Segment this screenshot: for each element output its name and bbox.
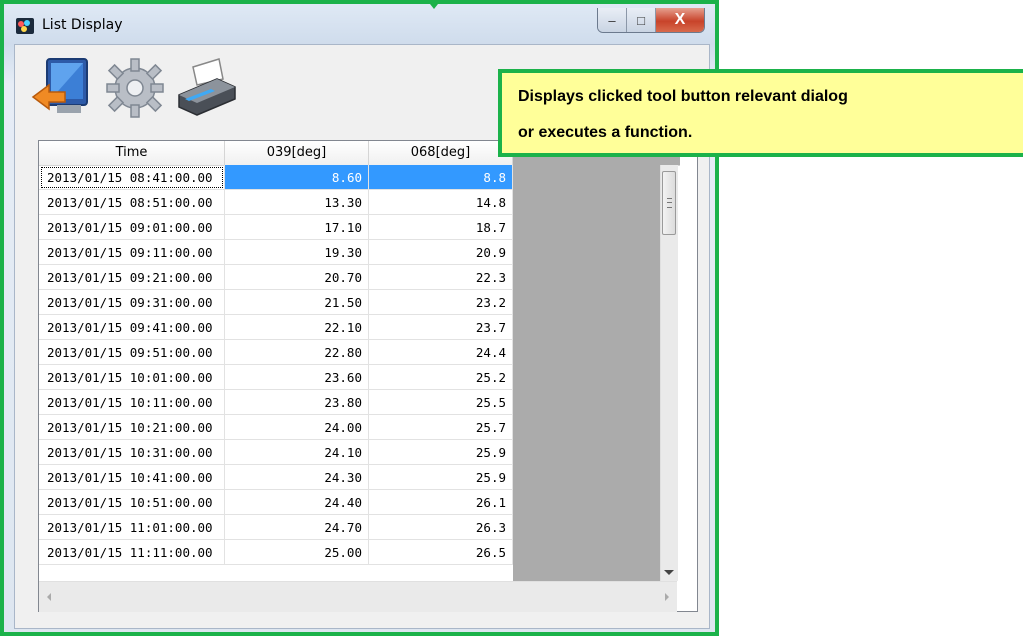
time-cell[interactable]: 2013/01/15 08:41:00.00 (39, 165, 225, 190)
value-068-cell[interactable]: 24.4 (369, 340, 513, 365)
vertical-scrollbar[interactable] (660, 165, 678, 581)
value-039-cell[interactable]: 24.00 (225, 415, 369, 440)
table-row[interactable]: 2013/01/15 09:41:00.00 22.10 23.7 (39, 315, 513, 340)
value-039-cell[interactable]: 24.30 (225, 465, 369, 490)
scroll-left-icon[interactable] (47, 593, 51, 601)
callout-line-2: or executes a function. (518, 124, 693, 141)
tooltip-callout: Displays clicked tool button relevant di… (498, 69, 1023, 157)
printer-icon (178, 58, 236, 116)
minimize-button[interactable]: – (598, 8, 627, 32)
time-cell[interactable]: 2013/01/15 09:41:00.00 (39, 315, 225, 340)
time-cell[interactable]: 2013/01/15 10:01:00.00 (39, 365, 225, 390)
exit-button[interactable] (27, 53, 99, 123)
table-row[interactable]: 2013/01/15 09:11:00.00 19.30 20.9 (39, 240, 513, 265)
time-cell[interactable]: 2013/01/15 10:51:00.00 (39, 490, 225, 515)
value-068-cell[interactable]: 23.7 (369, 315, 513, 340)
value-039-cell[interactable]: 24.40 (225, 490, 369, 515)
value-068-cell[interactable]: 25.9 (369, 440, 513, 465)
table-row[interactable]: 2013/01/15 10:11:00.00 23.80 25.5 (39, 390, 513, 415)
close-icon: X (674, 11, 686, 28)
time-cell[interactable]: 2013/01/15 08:51:00.00 (39, 190, 225, 215)
column-header-time[interactable]: Time (39, 141, 225, 165)
time-cell[interactable]: 2013/01/15 11:11:00.00 (39, 540, 225, 565)
grid-rows: 2013/01/15 08:41:00.00 8.60 8.8 2013/01/15 … (39, 165, 513, 565)
value-068-cell[interactable]: 26.1 (369, 490, 513, 515)
caption-buttons: – □ X (597, 8, 705, 33)
title-bar[interactable]: List Display – □ X (8, 8, 711, 42)
table-row[interactable]: 2013/01/15 08:51:00.00 13.30 14.8 (39, 190, 513, 215)
table-row[interactable]: 2013/01/15 10:31:00.00 24.10 25.9 (39, 440, 513, 465)
time-cell[interactable]: 2013/01/15 09:01:00.00 (39, 215, 225, 240)
settings-button[interactable] (99, 53, 171, 123)
table-row[interactable]: 2013/01/15 11:11:00.00 25.00 26.5 (39, 540, 513, 565)
value-068-cell[interactable]: 25.9 (369, 465, 513, 490)
value-068-cell[interactable]: 23.2 (369, 290, 513, 315)
scroll-thumb[interactable] (662, 171, 676, 235)
callout-line-1: Displays clicked tool button relevant di… (518, 88, 848, 105)
time-cell[interactable]: 2013/01/15 10:31:00.00 (39, 440, 225, 465)
table-row[interactable]: 2013/01/15 09:31:00.00 21.50 23.2 (39, 290, 513, 315)
data-grid[interactable]: Time 039[deg] 068[deg] 2013/01/15 08:41:… (38, 140, 698, 612)
value-068-cell[interactable]: 18.7 (369, 215, 513, 240)
time-cell[interactable]: 2013/01/15 09:21:00.00 (39, 265, 225, 290)
grid-empty-area (513, 165, 660, 581)
value-068-cell[interactable]: 20.9 (369, 240, 513, 265)
value-039-cell[interactable]: 24.10 (225, 440, 369, 465)
value-068-cell[interactable]: 25.5 (369, 390, 513, 415)
value-039-cell[interactable]: 13.30 (225, 190, 369, 215)
window-title: List Display (42, 17, 123, 33)
close-button[interactable]: X (656, 8, 704, 32)
horizontal-scrollbar[interactable] (39, 581, 677, 612)
time-cell[interactable]: 2013/01/15 10:41:00.00 (39, 465, 225, 490)
table-row[interactable]: 2013/01/15 09:01:00.00 17.10 18.7 (39, 215, 513, 240)
value-068-cell[interactable]: 8.8 (369, 165, 513, 190)
time-cell[interactable]: 2013/01/15 09:11:00.00 (39, 240, 225, 265)
table-row[interactable]: 2013/01/15 10:21:00.00 24.00 25.7 (39, 415, 513, 440)
time-cell[interactable]: 2013/01/15 09:31:00.00 (39, 290, 225, 315)
time-cell[interactable]: 2013/01/15 11:01:00.00 (39, 515, 225, 540)
value-039-cell[interactable]: 19.30 (225, 240, 369, 265)
value-039-cell[interactable]: 20.70 (225, 265, 369, 290)
column-header-068[interactable]: 068[deg] (369, 141, 513, 165)
time-cell[interactable]: 2013/01/15 09:51:00.00 (39, 340, 225, 365)
monitor-exit-icon (31, 58, 88, 113)
table-row[interactable]: 2013/01/15 10:41:00.00 24.30 25.9 (39, 465, 513, 490)
column-header-039[interactable]: 039[deg] (225, 141, 369, 165)
time-cell[interactable]: 2013/01/15 10:21:00.00 (39, 415, 225, 440)
maximize-icon: □ (637, 12, 645, 28)
value-039-cell[interactable]: 23.60 (225, 365, 369, 390)
maximize-button[interactable]: □ (627, 8, 656, 32)
table-row[interactable]: 2013/01/15 10:01:00.00 23.60 25.2 (39, 365, 513, 390)
value-068-cell[interactable]: 25.2 (369, 365, 513, 390)
gear-icon (106, 58, 164, 118)
value-068-cell[interactable]: 22.3 (369, 265, 513, 290)
value-039-cell[interactable]: 21.50 (225, 290, 369, 315)
value-039-cell[interactable]: 8.60 (225, 165, 369, 190)
app-icon (16, 18, 34, 34)
print-button[interactable] (171, 53, 243, 123)
minimize-icon: – (608, 12, 616, 28)
value-068-cell[interactable]: 25.7 (369, 415, 513, 440)
table-row[interactable]: 2013/01/15 08:41:00.00 8.60 8.8 (39, 165, 513, 190)
table-row[interactable]: 2013/01/15 09:51:00.00 22.80 24.4 (39, 340, 513, 365)
value-039-cell[interactable]: 22.10 (225, 315, 369, 340)
value-068-cell[interactable]: 26.3 (369, 515, 513, 540)
grip-icon (667, 198, 672, 208)
table-row[interactable]: 2013/01/15 09:21:00.00 20.70 22.3 (39, 265, 513, 290)
value-068-cell[interactable]: 14.8 (369, 190, 513, 215)
time-cell[interactable]: 2013/01/15 10:11:00.00 (39, 390, 225, 415)
value-039-cell[interactable]: 25.00 (225, 540, 369, 565)
value-068-cell[interactable]: 26.5 (369, 540, 513, 565)
value-039-cell[interactable]: 24.70 (225, 515, 369, 540)
scroll-right-icon[interactable] (665, 593, 669, 601)
table-row[interactable]: 2013/01/15 10:51:00.00 24.40 26.1 (39, 490, 513, 515)
toolbar (27, 53, 243, 123)
value-039-cell[interactable]: 23.80 (225, 390, 369, 415)
value-039-cell[interactable]: 22.80 (225, 340, 369, 365)
scroll-down-icon[interactable] (664, 570, 674, 575)
value-039-cell[interactable]: 17.10 (225, 215, 369, 240)
table-row[interactable]: 2013/01/15 11:01:00.00 24.70 26.3 (39, 515, 513, 540)
